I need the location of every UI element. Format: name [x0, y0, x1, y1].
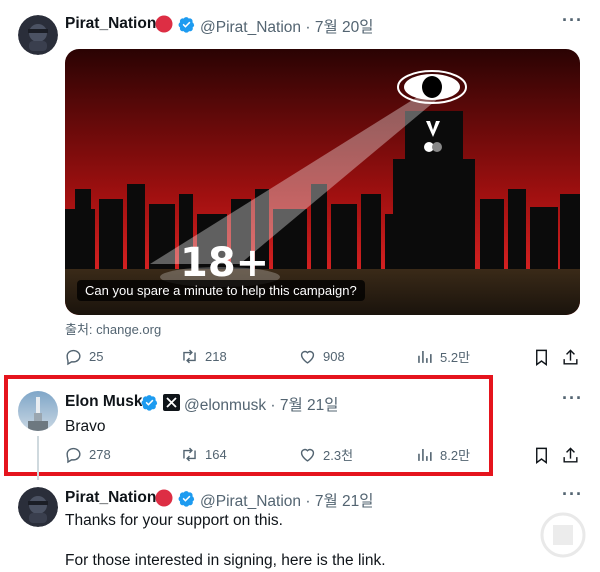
link-card-image[interactable]: 18+ Can you spare a minute to help this … — [65, 49, 580, 315]
views-button[interactable]: 5.2만 — [415, 347, 470, 366]
pirate-avatar-image — [18, 487, 58, 527]
pirate-avatar-image — [18, 15, 58, 55]
like-icon — [300, 350, 315, 364]
retweet-button[interactable]: 218 — [180, 347, 227, 366]
like-count: 2.3천 — [323, 448, 354, 463]
like-count: 908 — [323, 349, 345, 364]
retweet-icon — [183, 447, 196, 462]
author-name[interactable]: Pirat_Nation — [65, 15, 156, 33]
x-logo-icon — [163, 394, 180, 411]
verified-icon — [178, 17, 195, 33]
avatar[interactable] — [18, 487, 58, 527]
red-circle-emoji-icon — [155, 489, 173, 507]
author-handle[interactable]: @Pirat_Nation · 7월 20일 — [200, 15, 374, 37]
share-icon[interactable] — [561, 348, 580, 367]
reply-icon — [66, 349, 81, 366]
retweet-icon — [183, 349, 196, 364]
red-circle-emoji-icon — [155, 15, 173, 33]
tweet-date: 7월 21일 — [314, 493, 374, 510]
like-icon — [300, 448, 315, 462]
bookmark-icon[interactable] — [532, 348, 551, 367]
avatar[interactable] — [18, 15, 58, 55]
reply-count: 25 — [89, 349, 104, 364]
card-source[interactable]: 출처: change.org — [65, 319, 161, 338]
more-icon[interactable]: ··· — [562, 484, 583, 505]
views-count: 8.2만 — [440, 448, 471, 463]
retweet-count: 164 — [205, 447, 227, 462]
views-button[interactable]: 8.2만 — [415, 445, 470, 464]
author-handle[interactable]: @Pirat_Nation · 7월 21일 — [200, 489, 374, 511]
tweet-text: Bravo — [65, 418, 106, 435]
author-name[interactable]: Pirat_Nation — [65, 489, 156, 507]
avatar[interactable] — [18, 391, 58, 431]
card-title-overlay[interactable]: Can you spare a minute to help this camp… — [77, 280, 365, 301]
campaign-illustration: 18+ — [65, 49, 580, 315]
watermark-logo — [540, 512, 586, 558]
bookmark-icon[interactable] — [532, 446, 551, 465]
author-handle[interactable]: @elonmusk · 7월 21일 — [184, 393, 339, 415]
tweet-date: 7월 20일 — [314, 19, 374, 36]
author-name[interactable]: Elon Musk — [65, 393, 143, 411]
elon-avatar-image — [18, 391, 58, 431]
tweet-text: Thanks for your support on this. — [65, 512, 283, 529]
like-button[interactable]: 2.3천 — [298, 445, 353, 464]
reply-button[interactable]: 278 — [64, 445, 111, 464]
more-icon[interactable]: ··· — [562, 10, 583, 31]
tweet-date: 7월 21일 — [279, 397, 339, 414]
verified-icon — [141, 395, 158, 411]
retweet-count: 218 — [205, 349, 227, 364]
retweet-button[interactable]: 164 — [180, 445, 227, 464]
tweet-text: For those interested in signing, here is… — [65, 552, 386, 569]
reply-button[interactable]: 25 — [64, 347, 103, 366]
thread-line — [37, 436, 39, 480]
views-icon — [418, 350, 432, 363]
verified-icon — [178, 491, 195, 507]
views-icon — [418, 448, 432, 461]
reply-icon — [66, 447, 81, 464]
share-icon[interactable] — [561, 446, 580, 465]
more-icon[interactable]: ··· — [562, 388, 583, 409]
like-button[interactable]: 908 — [298, 347, 345, 366]
views-count: 5.2만 — [440, 350, 471, 365]
reply-count: 278 — [89, 447, 111, 462]
